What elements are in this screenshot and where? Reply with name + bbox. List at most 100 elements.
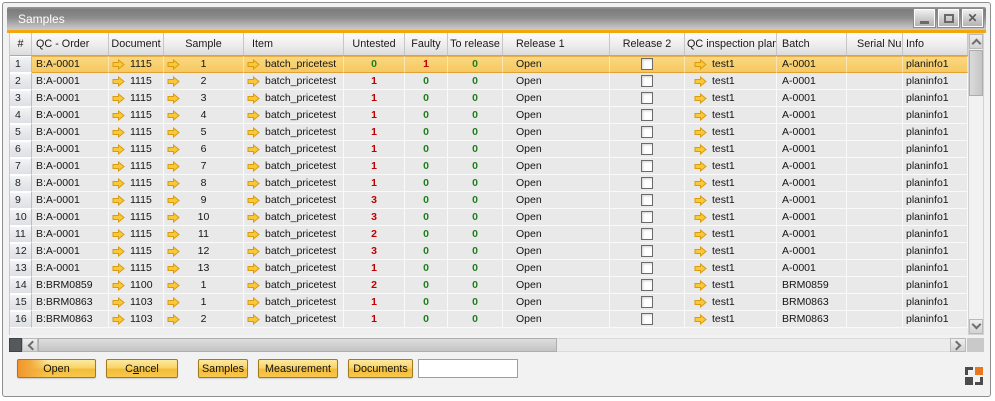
cell-faulty[interactable]: 0 (405, 124, 448, 141)
cell-release1[interactable]: Open (503, 124, 610, 141)
cell-to_release[interactable]: 0 (448, 277, 503, 294)
cell-serial[interactable] (847, 192, 903, 209)
cell-document[interactable]: 1115 (109, 260, 164, 277)
cell-qc_order[interactable]: B:A-0001 (32, 243, 109, 260)
table-row[interactable]: 4B:A-000111154batch_pricetest100Opentest… (10, 107, 968, 124)
cell-faulty[interactable]: 0 (405, 260, 448, 277)
cell-num[interactable]: 9 (10, 192, 32, 209)
cell-release1[interactable]: Open (503, 294, 610, 311)
link-arrow-icon[interactable] (694, 246, 707, 257)
cell-faulty[interactable]: 0 (405, 141, 448, 158)
cell-sample[interactable]: 1 (164, 294, 244, 311)
cell-to_release[interactable]: 0 (448, 243, 503, 260)
cell-document[interactable]: 1115 (109, 243, 164, 260)
link-arrow-icon[interactable] (167, 280, 180, 291)
column-header-release2[interactable]: Release 2 (610, 33, 685, 55)
cell-release1[interactable]: Open (503, 73, 610, 90)
release2-checkbox[interactable] (641, 75, 653, 87)
table-row[interactable]: 7B:A-000111157batch_pricetest100Opentest… (10, 158, 968, 175)
link-arrow-icon[interactable] (247, 212, 260, 223)
column-header-qc_plan[interactable]: QC inspection plan (685, 33, 777, 55)
cell-batch[interactable]: A-0001 (777, 192, 847, 209)
cell-batch[interactable]: A-0001 (777, 226, 847, 243)
table-row[interactable]: 10B:A-0001111510batch_pricetest300Opente… (10, 209, 968, 226)
cell-document[interactable]: 1115 (109, 209, 164, 226)
cell-to_release[interactable]: 0 (448, 107, 503, 124)
cell-serial[interactable] (847, 294, 903, 311)
link-arrow-icon[interactable] (167, 263, 180, 274)
link-arrow-icon[interactable] (247, 280, 260, 291)
table-row[interactable]: 6B:A-000111156batch_pricetest100Opentest… (10, 141, 968, 158)
samples-button[interactable]: Samples (198, 359, 248, 378)
link-arrow-icon[interactable] (167, 93, 180, 104)
cell-release2[interactable] (610, 311, 685, 328)
footer-text-input[interactable] (418, 359, 518, 378)
cell-num[interactable]: 5 (10, 124, 32, 141)
cell-to_release[interactable]: 0 (448, 56, 503, 73)
scroll-up-button[interactable] (969, 34, 983, 49)
cell-sample[interactable]: 12 (164, 243, 244, 260)
release2-checkbox[interactable] (641, 296, 653, 308)
cell-num[interactable]: 2 (10, 73, 32, 90)
cell-untested[interactable]: 2 (344, 226, 405, 243)
cell-item[interactable]: batch_pricetest (244, 243, 344, 260)
cell-qc_order[interactable]: B:BRM0863 (32, 294, 109, 311)
cell-num[interactable]: 7 (10, 158, 32, 175)
cell-qc_plan[interactable]: test1 (685, 56, 777, 73)
cell-document[interactable]: 1115 (109, 158, 164, 175)
cell-num[interactable]: 4 (10, 107, 32, 124)
cell-faulty[interactable]: 0 (405, 158, 448, 175)
table-row[interactable]: 9B:A-000111159batch_pricetest300Opentest… (10, 192, 968, 209)
link-arrow-icon[interactable] (694, 263, 707, 274)
horizontal-scrollbar[interactable] (9, 338, 984, 352)
link-arrow-icon[interactable] (112, 59, 125, 70)
cell-qc_plan[interactable]: test1 (685, 243, 777, 260)
link-arrow-icon[interactable] (694, 161, 707, 172)
cell-untested[interactable]: 3 (344, 243, 405, 260)
cell-info[interactable]: planinfo1 (903, 277, 968, 294)
window-titlebar[interactable]: Samples ✕ (7, 7, 986, 30)
cell-document[interactable]: 1115 (109, 124, 164, 141)
cell-release2[interactable] (610, 107, 685, 124)
link-arrow-icon[interactable] (694, 93, 707, 104)
cell-document[interactable]: 1100 (109, 277, 164, 294)
cell-release1[interactable]: Open (503, 243, 610, 260)
cell-sample[interactable]: 1 (164, 277, 244, 294)
cell-qc_plan[interactable]: test1 (685, 277, 777, 294)
cell-to_release[interactable]: 0 (448, 294, 503, 311)
cell-info[interactable]: planinfo1 (903, 192, 968, 209)
cell-qc_plan[interactable]: test1 (685, 141, 777, 158)
release2-checkbox[interactable] (641, 262, 653, 274)
link-arrow-icon[interactable] (112, 144, 125, 155)
link-arrow-icon[interactable] (694, 59, 707, 70)
cell-sample[interactable]: 9 (164, 192, 244, 209)
cell-serial[interactable] (847, 260, 903, 277)
link-arrow-icon[interactable] (694, 297, 707, 308)
cell-item[interactable]: batch_pricetest (244, 90, 344, 107)
link-arrow-icon[interactable] (247, 161, 260, 172)
column-header-untested[interactable]: Untested (344, 33, 405, 55)
column-header-info[interactable]: Info (903, 33, 968, 55)
cell-info[interactable]: planinfo1 (903, 311, 968, 328)
link-arrow-icon[interactable] (167, 110, 180, 121)
release2-checkbox[interactable] (641, 177, 653, 189)
cell-item[interactable]: batch_pricetest (244, 124, 344, 141)
table-row[interactable]: 8B:A-000111158batch_pricetest100Opentest… (10, 175, 968, 192)
cell-sample[interactable]: 4 (164, 107, 244, 124)
cell-num[interactable]: 13 (10, 260, 32, 277)
cell-sample[interactable]: 5 (164, 124, 244, 141)
cell-release2[interactable] (610, 209, 685, 226)
column-header-to_release[interactable]: To release (448, 33, 503, 55)
cell-info[interactable]: planinfo1 (903, 209, 968, 226)
cell-info[interactable]: planinfo1 (903, 56, 968, 73)
cell-qc_plan[interactable]: test1 (685, 260, 777, 277)
link-arrow-icon[interactable] (167, 59, 180, 70)
cell-num[interactable]: 1 (10, 56, 32, 73)
cell-release2[interactable] (610, 158, 685, 175)
link-arrow-icon[interactable] (247, 59, 260, 70)
link-arrow-icon[interactable] (694, 144, 707, 155)
cell-batch[interactable]: A-0001 (777, 175, 847, 192)
cell-document[interactable]: 1115 (109, 226, 164, 243)
link-arrow-icon[interactable] (112, 127, 125, 138)
table-row[interactable]: 16B:BRM086311032batch_pricetest100Opente… (10, 311, 968, 328)
